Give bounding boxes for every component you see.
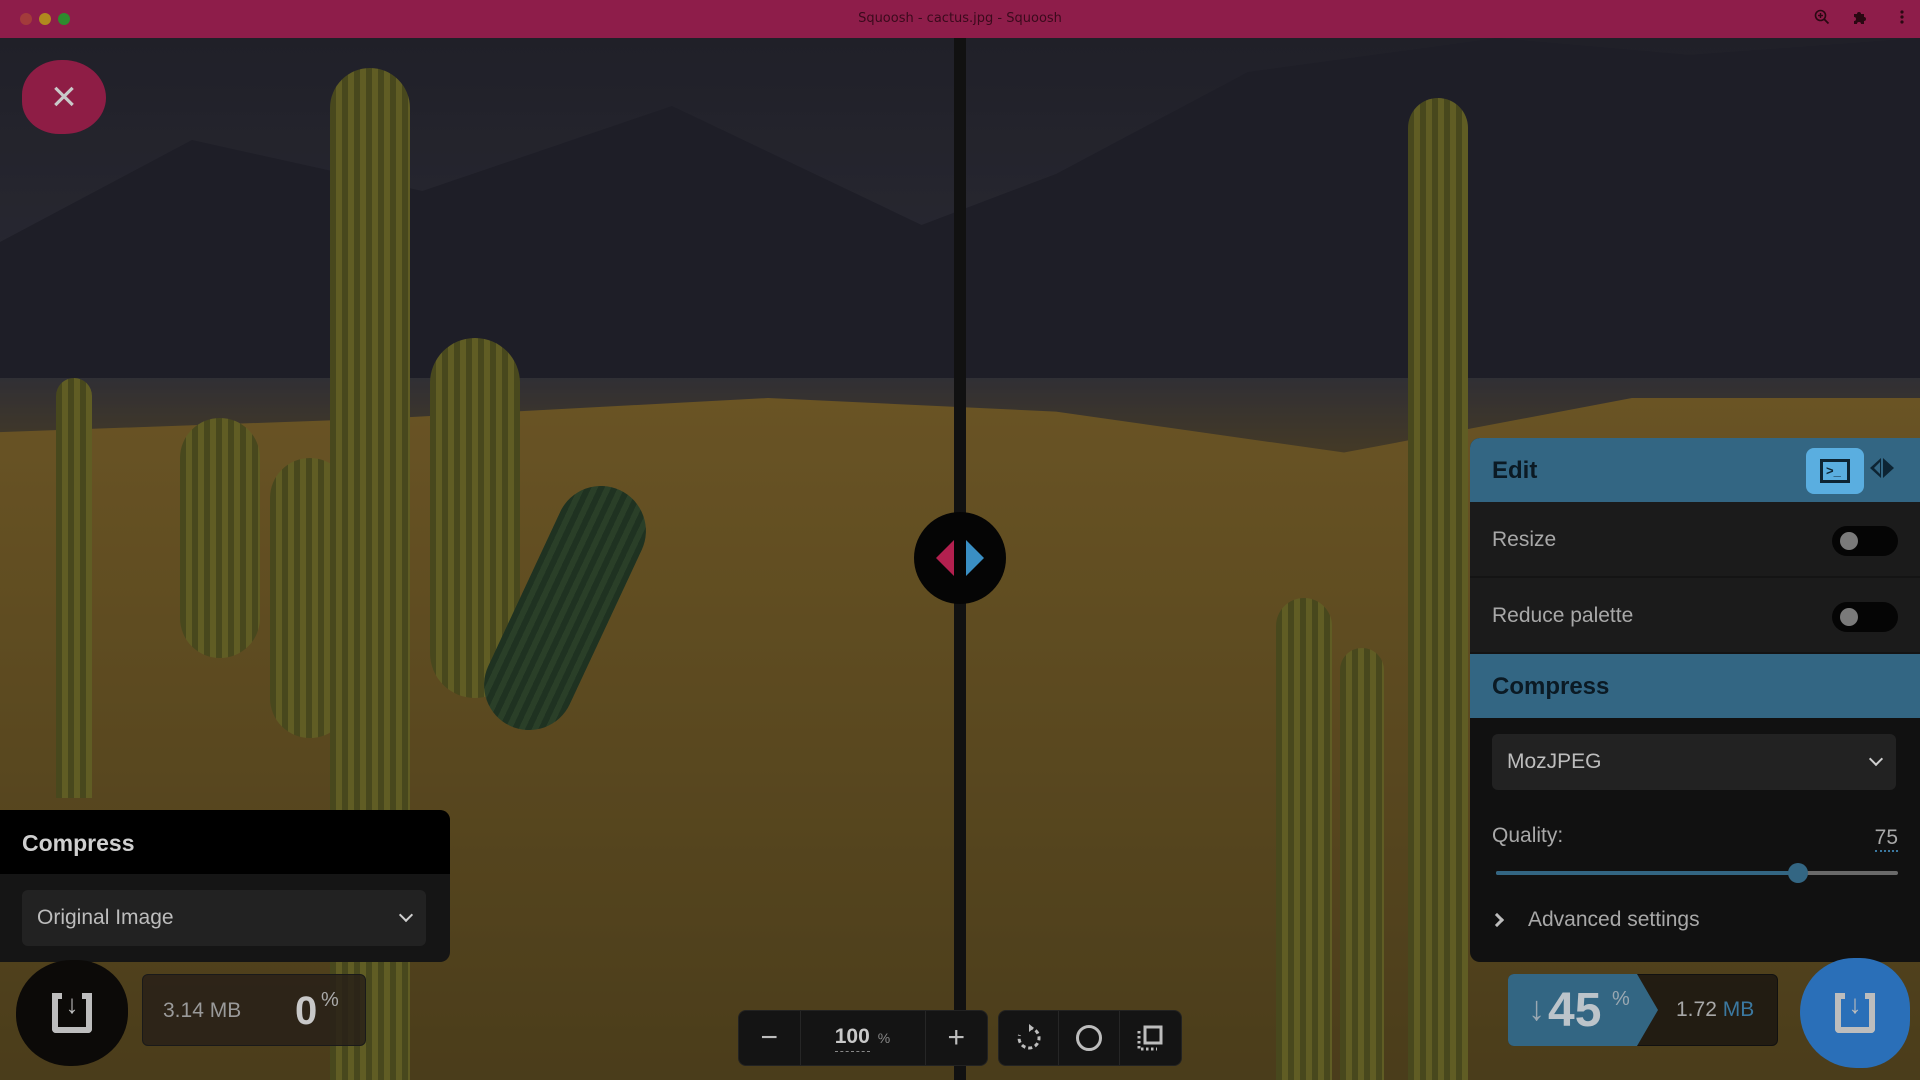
toggle-knob [1840, 532, 1858, 550]
edit-title: Edit [1492, 457, 1538, 484]
arrow-right-icon [1883, 458, 1894, 478]
advanced-settings-toggle[interactable]: Advanced settings [1489, 908, 1700, 932]
resize-label: Resize [1492, 528, 1557, 551]
close-image-button[interactable]: × [22, 60, 106, 134]
split-slider-handle[interactable] [914, 512, 1006, 604]
compressed-file-size: 1.72 MB [1676, 998, 1754, 1022]
reduce-palette-toggle[interactable] [1832, 602, 1898, 632]
more-menu-icon[interactable] [1892, 9, 1912, 29]
view-toggle-icon [1137, 1025, 1163, 1051]
zoom-in-icon[interactable] [1812, 9, 1832, 29]
zoom-out-button[interactable]: − [739, 1011, 801, 1065]
view-toolbar [998, 1010, 1182, 1066]
rotate-button[interactable] [999, 1011, 1060, 1065]
compressed-size-info: ↓ 45 % 1.72 MB [1508, 974, 1778, 1046]
arrow-left-icon [1870, 458, 1881, 478]
left-compress-header: Compress [0, 810, 450, 874]
window-title: Squoosh - cactus.jpg - Squoosh [858, 11, 1062, 26]
zoom-value: 100 [834, 1025, 870, 1052]
left-compress-panel: Compress Original Image [0, 810, 450, 962]
chevron-down-icon [1868, 751, 1884, 767]
size-value: 1.72 [1676, 998, 1717, 1021]
original-size-info: 3.14 MB 0 % [142, 974, 366, 1046]
close-icon: × [51, 72, 77, 121]
circle-icon [1076, 1025, 1103, 1051]
terminal-icon: >_ [1820, 459, 1850, 483]
compress-header: Compress [1470, 654, 1920, 718]
right-options-panel: Edit >_ Resize Reduce palette Compress M… [1470, 438, 1920, 962]
side-by-side-toggle-button[interactable] [1120, 1011, 1181, 1065]
download-original-button[interactable]: ↓ [16, 960, 128, 1066]
window-titlebar: Squoosh - cactus.jpg - Squoosh [0, 0, 1920, 38]
quality-slider-fill [1496, 871, 1798, 875]
compress-title: Compress [1492, 673, 1610, 700]
left-codec-value: Original Image [37, 906, 174, 929]
zoom-toolbar: − 100 % + [738, 1010, 988, 1066]
reduce-palette-label: Reduce palette [1492, 604, 1634, 627]
chevron-right-icon [1489, 912, 1505, 928]
down-arrow-icon: ↓ [1528, 990, 1545, 1028]
percent-sign: % [321, 989, 339, 1011]
rotate-icon [1017, 1024, 1041, 1050]
left-codec-select[interactable]: Original Image [22, 890, 426, 946]
codec-select[interactable]: MozJPEG [1492, 734, 1896, 790]
download-icon: ↓ [1835, 991, 1875, 1033]
quality-value-input[interactable]: 75 [1874, 826, 1898, 852]
zoom-unit: % [877, 1030, 891, 1046]
size-unit: MB [1722, 998, 1755, 1021]
resize-toggle[interactable] [1832, 526, 1898, 556]
original-percent: 0 [295, 989, 318, 1033]
extensions-icon[interactable] [1850, 9, 1870, 29]
edit-header: Edit >_ [1470, 438, 1920, 502]
right-triangle-icon [966, 540, 984, 576]
chevron-down-icon [398, 907, 414, 923]
advanced-settings-label: Advanced settings [1528, 908, 1700, 931]
reduce-palette-option-row: Reduce palette [1470, 578, 1920, 654]
copy-settings-button[interactable]: >_ [1806, 448, 1864, 494]
minus-icon: − [760, 1021, 779, 1054]
toggle-knob [1840, 608, 1858, 626]
download-icon: ↓ [52, 991, 92, 1033]
percent-sign: % [1612, 988, 1630, 1010]
plus-icon: + [947, 1021, 966, 1054]
quality-slider[interactable] [1496, 863, 1898, 883]
resize-option-row: Resize [1470, 502, 1920, 578]
original-file-size: 3.14 MB [163, 999, 242, 1022]
zoom-level-input[interactable]: 100 % [801, 1011, 926, 1065]
quality-label: Quality: [1492, 824, 1564, 847]
download-compressed-button[interactable]: ↓ [1800, 958, 1910, 1068]
quality-slider-thumb[interactable] [1787, 863, 1808, 883]
copy-to-other-side-button[interactable] [1870, 458, 1894, 478]
background-toggle-button[interactable] [1059, 1011, 1120, 1065]
percent-saved: 45 [1548, 984, 1602, 1037]
left-triangle-icon [936, 540, 954, 576]
codec-value: MozJPEG [1507, 750, 1602, 773]
zoom-in-button[interactable]: + [926, 1011, 988, 1065]
